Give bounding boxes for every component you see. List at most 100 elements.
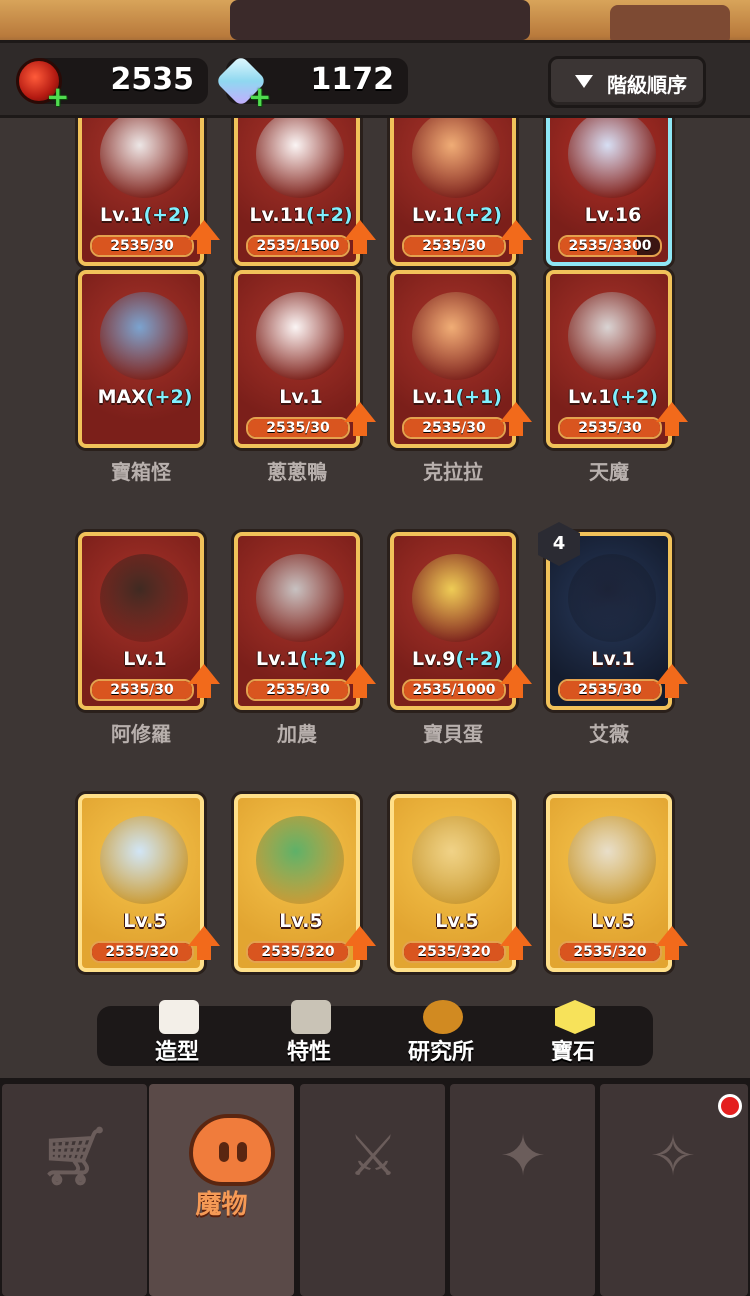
monster-portrait [568,118,656,198]
level-text: Lv.1 [412,386,456,408]
level-text: Lv.1 [568,386,612,408]
monster-card[interactable]: Lv.5 2535/320 [234,794,390,992]
monster-pig-icon [189,1114,275,1186]
monster-level: Lv.5 [238,910,356,932]
monster-portrait [412,816,500,904]
monster-name: 阿修羅 [111,722,171,746]
progress-text: 2535/30 [110,238,174,254]
upgrade-arrow-icon[interactable] [500,926,532,960]
nav-monsters[interactable]: 魔物 [149,1084,294,1296]
monster-level: Lv.1(+2) [394,204,512,226]
monster-name: 克拉拉 [423,460,483,484]
progress-text: 2535/1500 [256,238,340,254]
monster-name: 艾薇 [589,722,629,746]
tab-gems[interactable]: 寶石 [513,1000,633,1066]
progress-text: 2535/320 [261,944,335,960]
nav-battle[interactable]: ⚔ [300,1084,445,1296]
level-text: Lv.5 [279,910,323,932]
progress-text: 2535/320 [573,944,647,960]
level-text: Lv.5 [435,910,479,932]
character-art [230,0,530,40]
progress-text: 2535/30 [578,682,642,698]
nav-monsters-label: 魔物 [195,1190,248,1220]
upgrade-arrow-icon[interactable] [500,664,532,698]
upgrade-arrow-icon[interactable] [344,664,376,698]
monster-card-frame: Lv.11(+2) 2535/1500 [234,118,360,266]
scene-prop [610,5,730,45]
tab-research[interactable]: 研究所 [381,1000,501,1066]
add-red-gem-icon[interactable]: + [46,83,69,111]
monster-card[interactable]: Lv.1(+1) 2535/30 克拉拉 [390,270,546,510]
monster-card[interactable]: Lv.1 2535/30 蔥蔥鴨 [234,270,390,510]
level-bonus: (+2) [145,386,193,408]
progress-text: 2535/30 [578,420,642,436]
monster-card-frame: Lv.1(+2) 2535/30 [390,118,516,266]
upgrade-arrow-icon[interactable] [656,664,688,698]
monster-card-frame: Lv.1(+2) 2535/30 [234,532,360,710]
monster-portrait [412,554,500,642]
monster-name: 寶箱怪 [111,460,171,484]
upgrade-arrow-icon[interactable] [500,220,532,254]
level-text: Lv.1 [256,648,300,670]
monster-card[interactable]: Lv.9(+2) 2535/1000 寶貝蛋 [390,532,546,772]
upgrade-arrow-icon[interactable] [188,664,220,698]
upgrade-arrow-icon[interactable] [656,926,688,960]
crossed-swords-icon: ⚔ [347,1124,399,1189]
level-text: MAX [97,386,146,408]
nav-rank[interactable]: ✦ [450,1084,595,1296]
upgrade-arrow-icon[interactable] [188,220,220,254]
level-text: Lv.5 [591,910,635,932]
monster-level: Lv.1 [550,648,668,670]
upgrade-progress-bar: 2535/3300 [558,235,662,257]
monster-card[interactable]: MAX(+2) 寶箱怪 [78,270,234,510]
monster-portrait [100,118,188,198]
gear-lab-icon [423,1000,463,1034]
monster-card-frame: Lv.1 2535/30 [234,270,360,448]
progress-text: 2535/30 [110,682,174,698]
monster-card[interactable]: Lv.1(+2) 2535/30 天魔 [546,270,702,510]
crystal-value: 1172 [310,62,395,97]
progress-text: 2535/30 [422,420,486,436]
monster-card[interactable]: Lv.5 2535/320 [78,794,234,992]
upgrade-arrow-icon[interactable] [500,402,532,436]
upgrade-arrow-icon[interactable] [656,402,688,436]
tab-traits[interactable]: 特性 [249,1000,369,1066]
upgrade-arrow-icon[interactable] [344,926,376,960]
monster-portrait [256,292,344,380]
monster-card[interactable]: Lv.1 2535/30 4 艾薇 [538,522,702,772]
monster-level: Lv.1 [238,386,356,408]
progress-text: 2535/30 [422,238,486,254]
dropdown-triangle-icon [575,75,593,88]
monster-portrait [256,118,344,198]
progress-text: 2535/1000 [412,682,496,698]
monster-portrait [100,816,188,904]
sort-by-rank-button[interactable]: 階級順序 [548,56,706,108]
monster-level: Lv.11(+2) [238,204,356,226]
cart-icon: 🛒︎ [39,1124,111,1189]
monster-name: 加農 [277,722,317,746]
level-bonus: (+2) [611,386,658,408]
monster-card[interactable]: Lv.5 2535/320 [390,794,546,992]
upgrade-progress-bar: 2535/320 [558,941,662,963]
level-bonus: (+2) [143,204,190,226]
monster-card[interactable]: Lv.1(+2) 2535/30 加農 [234,532,390,772]
monster-card[interactable]: Lv.5 2535/320 [546,794,702,992]
monster-portrait [412,292,500,380]
monster-card[interactable]: Lv.1 2535/30 阿修羅 [78,532,234,772]
monster-portrait [100,292,188,380]
upgrade-arrow-icon[interactable] [344,402,376,436]
upgrade-arrow-icon[interactable] [188,926,220,960]
add-crystal-icon[interactable]: + [248,83,271,111]
upgrade-arrow-icon[interactable] [344,220,376,254]
monster-card-frame: MAX(+2) [78,270,204,448]
upgrade-progress-bar: 2535/30 [90,235,194,257]
tab-costume[interactable]: 造型 [117,1000,237,1066]
nav-shop[interactable]: 🛒︎ [2,1084,147,1296]
monster-portrait [100,554,188,642]
upgrade-progress-bar: 2535/30 [402,417,506,439]
upgrade-progress-bar: 2535/30 [246,679,350,701]
level-text: Lv.1 [412,204,456,226]
monster-portrait [568,816,656,904]
progress-text: 2535/3300 [568,238,652,254]
level-bonus: (+2) [455,204,502,226]
